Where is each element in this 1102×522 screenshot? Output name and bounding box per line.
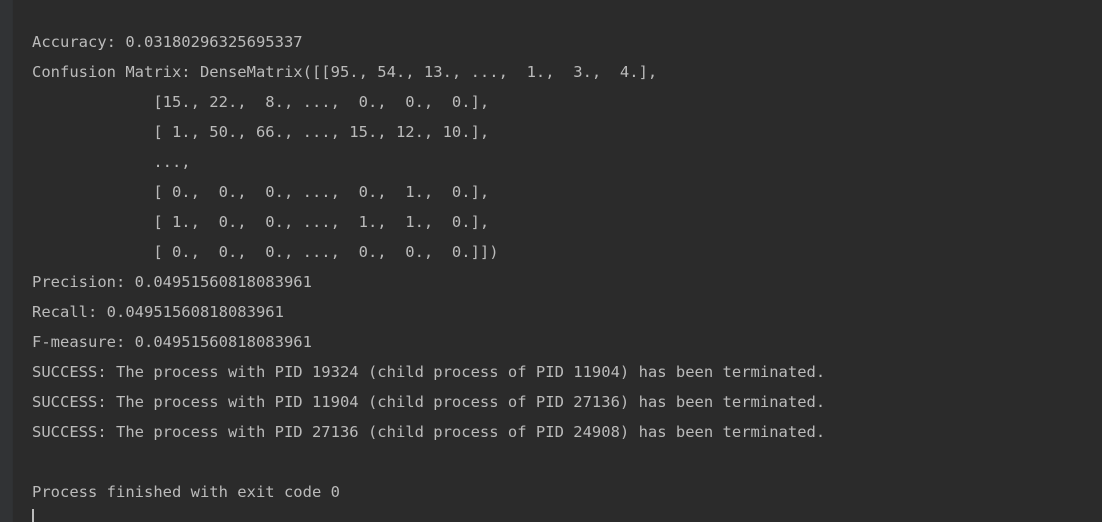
matrix-row-line: [ 1., 0., 0., ..., 1., 1., 0.], bbox=[32, 213, 490, 231]
precision-line: Precision: 0.04951560818083961 bbox=[32, 273, 312, 291]
recall-line: Recall: 0.04951560818083961 bbox=[32, 303, 284, 321]
matrix-row-line: [ 0., 0., 0., ..., 0., 0., 0.]]) bbox=[32, 243, 499, 261]
f-measure-line: F-measure: 0.04951560818083961 bbox=[32, 333, 312, 351]
matrix-ellipsis-line: ..., bbox=[32, 153, 191, 171]
success-message-line: SUCCESS: The process with PID 11904 (chi… bbox=[32, 393, 826, 411]
exit-code-line: Process finished with exit code 0 bbox=[32, 483, 340, 501]
console-gutter bbox=[0, 0, 13, 522]
run-console: Accuracy: 0.03180296325695337 Confusion … bbox=[0, 0, 1102, 522]
console-output[interactable]: Accuracy: 0.03180296325695337 Confusion … bbox=[32, 27, 825, 507]
matrix-row-line: [ 0., 0., 0., ..., 0., 1., 0.], bbox=[32, 183, 490, 201]
confusion-matrix-line: Confusion Matrix: DenseMatrix([[95., 54.… bbox=[32, 63, 658, 81]
text-cursor bbox=[32, 509, 34, 522]
success-message-line: SUCCESS: The process with PID 27136 (chi… bbox=[32, 423, 826, 441]
accuracy-line: Accuracy: 0.03180296325695337 bbox=[32, 33, 303, 51]
matrix-row-line: [ 1., 50., 66., ..., 15., 12., 10.], bbox=[32, 123, 490, 141]
matrix-row-line: [15., 22., 8., ..., 0., 0., 0.], bbox=[32, 93, 490, 111]
success-message-line: SUCCESS: The process with PID 19324 (chi… bbox=[32, 363, 826, 381]
